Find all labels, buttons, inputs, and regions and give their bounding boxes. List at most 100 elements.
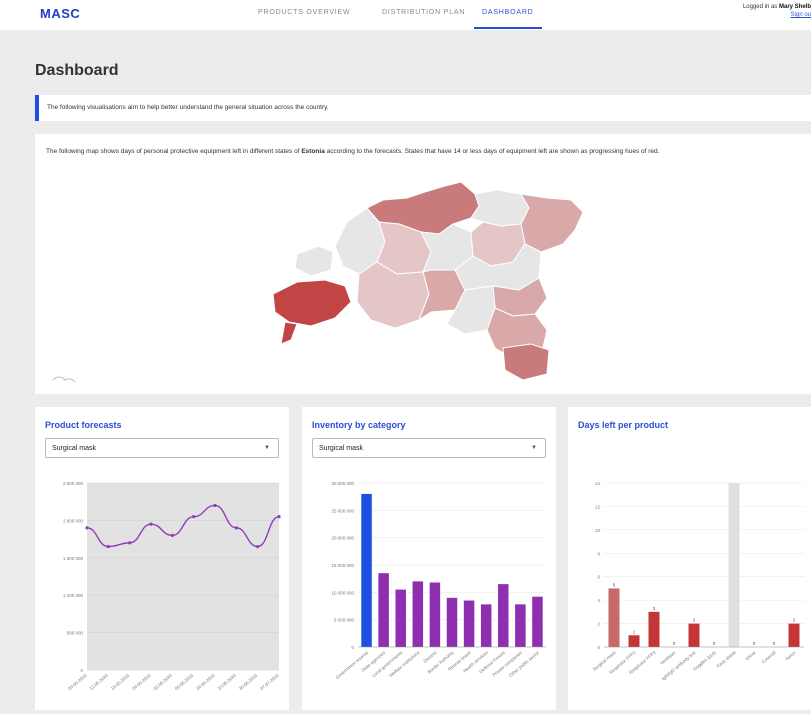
days-left-chart: 024681012145Surgical mask1Respirator FFP… <box>592 481 804 681</box>
bar <box>628 635 640 647</box>
map-card: The following map shows days of personal… <box>35 134 811 394</box>
bar <box>648 611 660 647</box>
data-label: 5 <box>613 582 616 587</box>
x-tick-label: 12.05.2020 <box>89 673 110 692</box>
y-tick-label: 10 <box>595 528 601 533</box>
x-tick-label: 30.06.2020 <box>238 673 259 692</box>
nav-active-indicator <box>474 27 542 29</box>
bar <box>608 588 620 647</box>
y-tick-label: 25 000 000 <box>331 508 354 513</box>
sign-out-link[interactable]: Sign ou <box>791 12 811 18</box>
data-point <box>192 515 196 519</box>
y-tick-label: 1 500 000 <box>63 556 84 561</box>
data-point <box>106 544 110 549</box>
y-tick-label: 2 <box>597 622 600 627</box>
data-label: 3 <box>653 606 656 611</box>
x-tick-label: 23.06.2020 <box>217 673 238 692</box>
data-label: 2 <box>693 618 696 623</box>
inventory-card: Inventory by category Surgical mask ▼ 05… <box>302 407 556 710</box>
x-tick-label: 26.05.2020 <box>131 673 152 692</box>
region-hiiumaa <box>294 245 334 277</box>
page-title: Dashboard <box>35 62 119 79</box>
data-label: 0 <box>673 641 676 646</box>
region-ida-viru <box>520 193 584 253</box>
bar <box>395 589 406 647</box>
bar <box>463 600 475 647</box>
top-bar: MASC PRODUCTS OVERVIEW DISTRIBUTION PLAN… <box>0 0 811 30</box>
nav-dashboard[interactable]: DASHBOARD <box>482 9 534 16</box>
map-logo-icon <box>52 376 76 383</box>
y-tick-label: 10 000 000 <box>331 590 354 595</box>
data-point <box>234 526 238 530</box>
bar <box>688 623 700 647</box>
y-tick-label: 2 000 000 <box>63 518 84 523</box>
user-name: Mary Shelb <box>778 4 811 10</box>
y-tick-label: 14 <box>595 481 601 486</box>
data-point <box>256 544 260 549</box>
y-tick-label: 4 <box>597 598 600 603</box>
data-label: 2 <box>793 618 796 623</box>
user-info: Logged in as Mary Shelb Sign ou <box>742 4 811 18</box>
x-tick-label: 09.06.2020 <box>174 673 195 692</box>
data-label: 1 <box>633 629 636 634</box>
nav-products-overview[interactable]: PRODUCTS OVERVIEW <box>258 9 350 16</box>
x-tick-label: 19.05.2020 <box>110 673 131 692</box>
bar <box>788 623 800 647</box>
data-point <box>213 503 217 508</box>
bar <box>532 596 543 647</box>
y-tick-label: 1 000 000 <box>63 593 84 598</box>
info-banner: The following visualisations aim to help… <box>35 95 811 121</box>
estonia-map[interactable] <box>35 134 811 394</box>
bar <box>515 604 526 647</box>
bar <box>378 573 389 647</box>
bar <box>361 493 372 647</box>
x-tick-label: Ventilator <box>659 650 677 666</box>
region-saaremaa <box>272 279 352 327</box>
forecast-chart: 0 500 000 1 000 000 1 500 000 2 000 000 2 500… <box>63 481 281 692</box>
nav-distribution-plan[interactable]: DISTRIBUTION PLAN <box>382 9 465 16</box>
y-tick-label: 15 000 000 <box>331 563 354 568</box>
x-tick-label: 16.06.2020 <box>195 673 216 692</box>
data-point <box>170 533 174 537</box>
plot-area <box>87 483 279 670</box>
y-tick-label: 0 <box>597 645 600 650</box>
product-forecasts-card: Product forecasts Surgical mask ▼ 0 500 0… <box>35 407 289 710</box>
x-tick-label: Coverall <box>761 650 777 664</box>
region-laane-viru <box>470 189 530 227</box>
data-label: 0 <box>773 641 776 646</box>
x-tick-label: 02.06.2020 <box>153 673 174 692</box>
data-point <box>85 526 89 530</box>
bar <box>429 582 441 647</box>
y-tick-label: 5 000 000 <box>334 618 355 623</box>
x-tick-label: Welfare institutions <box>388 649 421 678</box>
logged-in-label: Logged in as <box>742 4 778 10</box>
data-label: 0 <box>713 641 716 646</box>
y-tick-label: 8 <box>597 551 600 556</box>
bar <box>498 584 509 647</box>
days-left-card: Days left per product 0 2 4 6 8 10 12 14 5 Surgic… <box>568 407 811 710</box>
x-tick-label: Other public sector <box>508 650 541 678</box>
y-tick-label: 0 <box>351 645 354 650</box>
y-tick-label: 500 000 <box>67 631 84 636</box>
data-label: 0 <box>753 641 756 646</box>
x-tick-label: Doctors <box>422 649 438 663</box>
x-tick-label: Glove <box>744 650 757 662</box>
highlight-column <box>728 483 740 647</box>
x-tick-label: IgM/IgG antibody test <box>661 649 698 681</box>
y-tick-label: 30 000 000 <box>331 481 354 486</box>
app-logo[interactable]: MASC <box>40 6 80 21</box>
data-point <box>128 541 132 545</box>
region-parnu <box>356 261 430 329</box>
x-tick-label: 05.05.2020 <box>67 673 88 692</box>
inventory-chart: 0 5 000 000 10 000 000 15 000 000 20 000 000… <box>331 481 546 680</box>
region-saaremaa-tail <box>280 321 298 345</box>
bar <box>412 581 424 647</box>
y-tick-label: 2 500 000 <box>63 481 84 486</box>
bar <box>480 604 492 647</box>
data-point <box>149 522 153 526</box>
bar <box>446 597 458 647</box>
data-point <box>277 515 281 519</box>
y-tick-label: 12 <box>595 504 601 509</box>
y-tick-label: 20 000 000 <box>331 536 354 541</box>
x-tick-label: Apron <box>784 650 797 662</box>
